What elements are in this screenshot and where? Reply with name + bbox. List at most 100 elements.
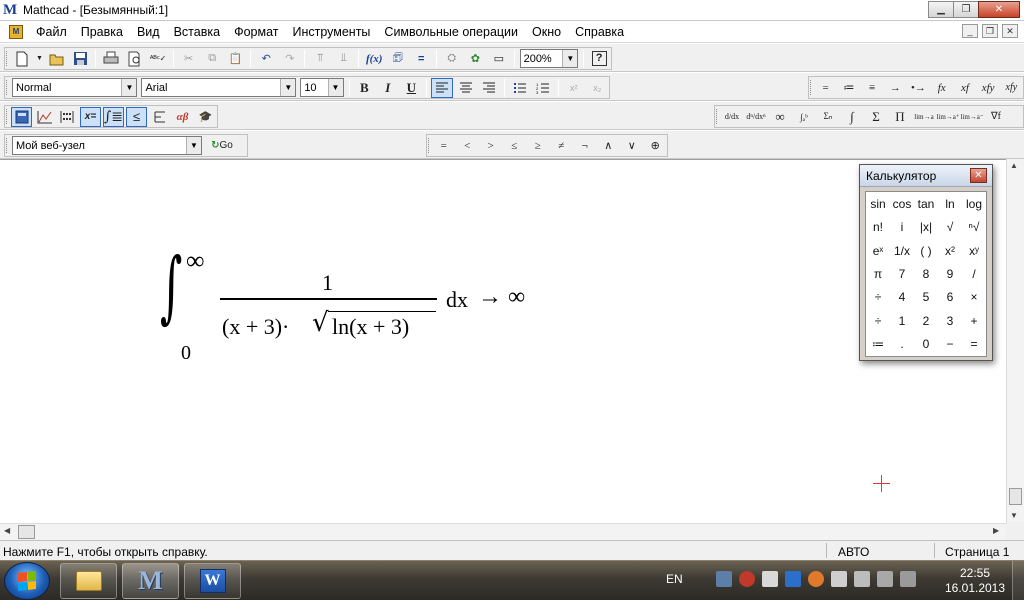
calculator-key[interactable]: 6 — [938, 286, 962, 309]
calculator-key[interactable]: 0 — [914, 333, 938, 356]
calculator-key[interactable]: ( ) — [914, 239, 938, 262]
paste-button[interactable]: 📋 — [225, 49, 247, 69]
right-limit-button[interactable]: lim→a⁺ — [936, 107, 959, 127]
minimize-button[interactable]: ▁ — [928, 1, 954, 18]
symbolic-equals-button[interactable]: = — [815, 78, 836, 98]
bool-greater-equal-button[interactable]: ≥ — [527, 136, 549, 156]
zoom-select[interactable]: 200% ▼ — [519, 49, 579, 68]
programming-toolbar-button[interactable] — [149, 107, 170, 127]
doc-restore-button[interactable]: ❐ — [982, 24, 998, 38]
numbering-button[interactable]: 123 — [532, 78, 554, 98]
horizontal-scroll-thumb[interactable] — [18, 525, 35, 539]
derivative-button[interactable]: d/dx — [721, 107, 743, 127]
web-location-select[interactable]: Мой веб-узел ▼ — [12, 136, 202, 155]
calculator-key[interactable]: log — [962, 192, 986, 215]
vertical-scroll-thumb[interactable] — [1009, 488, 1022, 505]
calculator-key[interactable]: 9 — [938, 262, 962, 285]
align-right-button[interactable] — [478, 78, 500, 98]
symbolic-evaluate-button[interactable]: → — [885, 78, 906, 98]
resources-button[interactable]: ✿ — [465, 49, 487, 69]
menu-tools[interactable]: Инструменты — [285, 21, 377, 43]
menu-edit[interactable]: Правка — [74, 21, 130, 43]
clock[interactable]: 22:55 16.01.2013 — [942, 566, 1008, 596]
insert-function-button[interactable]: f(x) — [363, 49, 385, 69]
bool-or-button[interactable]: ∨ — [621, 136, 643, 156]
bool-less-button[interactable]: < — [457, 136, 479, 156]
save-button[interactable] — [70, 49, 92, 69]
wifi-signal-icon[interactable] — [877, 571, 893, 587]
calculator-key[interactable]: ⁿ√ — [962, 215, 986, 238]
calculator-key[interactable]: 7 — [890, 262, 914, 285]
definite-integral-button[interactable]: ∫ₐᵇ — [793, 107, 815, 127]
bool-less-equal-button[interactable]: ≤ — [504, 136, 526, 156]
menu-file[interactable]: Файл — [29, 21, 74, 43]
calculator-close-button[interactable]: ✕ — [970, 168, 987, 183]
summation-button[interactable]: Σ — [865, 107, 887, 127]
print-preview-button[interactable] — [124, 49, 146, 69]
style-select[interactable]: Normal ▼ — [12, 78, 138, 97]
calculator-key[interactable]: √ — [938, 215, 962, 238]
print-button[interactable] — [100, 49, 122, 69]
scroll-down-icon[interactable]: ▼ — [1010, 511, 1018, 520]
scroll-left-icon[interactable]: ◀ — [4, 526, 10, 535]
bullets-button[interactable] — [509, 78, 531, 98]
calculator-key[interactable]: π — [866, 262, 890, 285]
subscript-button[interactable]: x₂ — [586, 78, 608, 98]
bool-equal-button[interactable]: = — [433, 136, 455, 156]
calculator-key[interactable]: eˣ — [866, 239, 890, 262]
font-select[interactable]: Arial ▼ — [141, 78, 297, 97]
scroll-up-icon[interactable]: ▲ — [1010, 161, 1018, 170]
menu-format[interactable]: Формат — [227, 21, 285, 43]
menu-help[interactable]: Справка — [568, 21, 631, 43]
open-button[interactable] — [46, 49, 68, 69]
doc-close-button[interactable]: ✕ — [1002, 24, 1018, 38]
calculator-key[interactable]: 8 — [914, 262, 938, 285]
infix-operator-button[interactable]: xfy — [978, 78, 999, 98]
document-icon[interactable]: M — [9, 24, 23, 39]
range-sum-button[interactable]: Σₙ — [817, 107, 839, 127]
window-toggle-button[interactable]: ▭ — [488, 49, 510, 69]
menu-view[interactable]: Вид — [130, 21, 167, 43]
superscript-button[interactable]: x² — [563, 78, 585, 98]
bool-not-button[interactable]: ¬ — [574, 136, 596, 156]
spell-check-button[interactable]: ᴬᴮᶜ✓ — [147, 49, 169, 69]
taskbar-mathcad-button[interactable]: M — [122, 563, 179, 599]
calculator-key[interactable]: 4 — [890, 286, 914, 309]
symbolic-define-button[interactable]: ≔ — [838, 78, 859, 98]
evaluation-toolbar-button[interactable]: x= — [79, 106, 101, 127]
cut-button[interactable]: ✂ — [178, 49, 200, 69]
calculator-key[interactable]: 5 — [914, 286, 938, 309]
calculator-key[interactable]: = — [962, 333, 986, 356]
calculator-title-bar[interactable]: Калькулятор ✕ — [860, 165, 992, 187]
menu-insert[interactable]: Вставка — [167, 21, 227, 43]
go-button[interactable]: ↻ Go — [205, 136, 239, 156]
calculator-key[interactable]: . — [890, 333, 914, 356]
taskbar-explorer-button[interactable] — [60, 563, 117, 599]
calculus-toolbar-button[interactable]: ∫≣ — [103, 106, 125, 127]
calculator-key[interactable]: cos — [890, 192, 914, 215]
taskbar-word-button[interactable]: W — [184, 563, 241, 599]
calculator-key[interactable]: 3 — [938, 309, 962, 332]
calculator-key[interactable]: 1/x — [890, 239, 914, 262]
calculator-key[interactable]: ln — [938, 192, 962, 215]
align-center-button[interactable] — [455, 78, 477, 98]
doc-minimize-button[interactable]: _ — [962, 24, 978, 38]
menu-window[interactable]: Окно — [525, 21, 568, 43]
nth-derivative-button[interactable]: dⁿ/dxⁿ — [745, 107, 767, 127]
calculator-key[interactable]: − — [938, 333, 962, 356]
calculator-key[interactable]: 2 — [914, 309, 938, 332]
calculator-key[interactable]: ÷ — [866, 309, 890, 332]
calculator-key[interactable]: n! — [866, 215, 890, 238]
symbolic-toolbar-button[interactable]: 🎓 — [195, 107, 216, 127]
calculate-button[interactable]: = — [411, 49, 433, 69]
calculator-key[interactable]: 1 — [890, 309, 914, 332]
calculator-key[interactable]: sin — [866, 192, 890, 215]
horizontal-scrollbar[interactable]: ◀ ▶ — [0, 523, 1006, 540]
calculator-key[interactable]: xʸ — [962, 239, 986, 262]
calculator-key[interactable]: x² — [938, 239, 962, 262]
antivirus-icon[interactable] — [739, 571, 755, 587]
calculator-key[interactable]: / — [962, 262, 986, 285]
calculator-key[interactable]: ≔ — [866, 333, 890, 356]
indefinite-integral-button[interactable]: ∫ — [841, 107, 863, 127]
help-button[interactable]: ? — [588, 49, 610, 69]
